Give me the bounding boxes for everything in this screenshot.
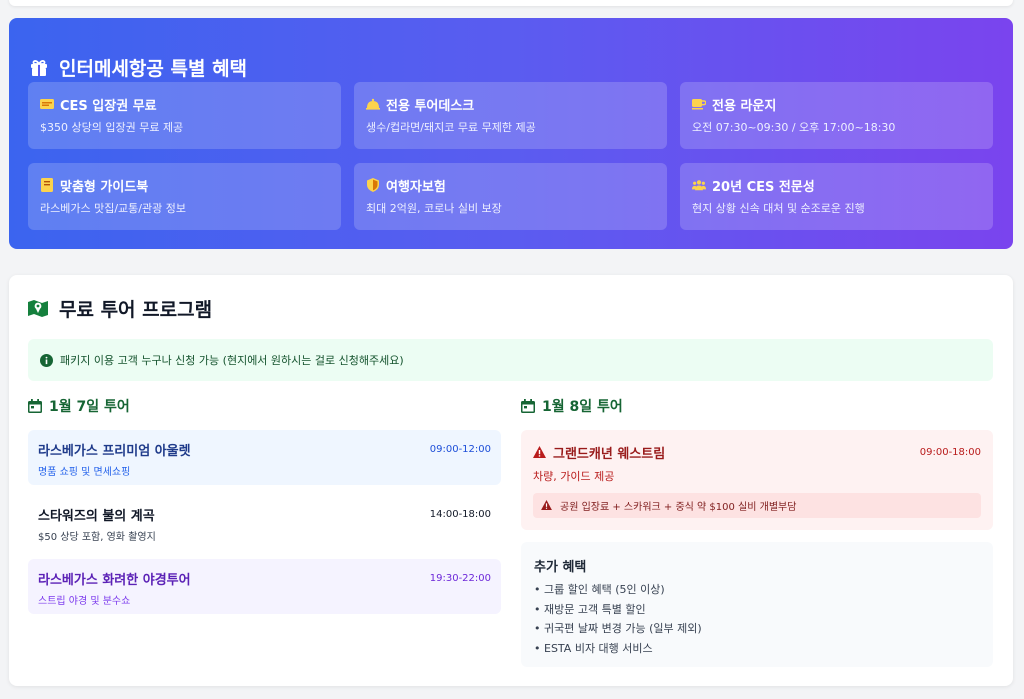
tour-item-outlet[interactable]: 라스베가스 프리미엄 아울렛 09:00-12:00 명품 쇼핑 및 면세쇼핑	[28, 430, 501, 485]
warning-icon	[533, 445, 546, 459]
gift-icon	[28, 56, 50, 78]
benefit-card-guidebook: 맞춤형 가이드북 라스베가스 맛집/교통/관광 정보	[28, 163, 341, 230]
special-benefits-panel: 인터메세항공 특별 혜택 CES 입장권 무료 $350 상당의 입장권 무료 …	[9, 18, 1013, 249]
tour-item-time: 09:00-18:00	[919, 446, 981, 458]
benefit-card-title: 맞춤형 가이드북	[60, 179, 149, 195]
tour-item-night-tour[interactable]: 라스베가스 화려한 야경투어 19:30-22:00 스트립 야경 및 분수쇼	[28, 559, 501, 614]
list-item: 귀국편 날짜 변경 가능 (일부 제외)	[534, 619, 980, 639]
benefit-card-lounge: 전용 라운지 오전 07:30~09:30 / 오후 17:00~18:30	[680, 82, 993, 149]
book-icon	[40, 178, 54, 192]
info-icon	[40, 353, 53, 367]
tour-item-name: 스타워즈의 불의 계곡	[38, 508, 155, 524]
benefit-card-desc: 최대 2억원, 코로나 실비 보장	[366, 202, 502, 215]
benefit-card-desc: 라스베가스 맛집/교통/관광 정보	[40, 202, 186, 215]
tour-item-time: 09:00-12:00	[429, 443, 491, 455]
benefit-card-title: 20년 CES 전문성	[712, 179, 815, 195]
extra-benefits-list: 그룹 할인 혜택 (5인 이상) 재방문 고객 특별 할인 귀국편 날짜 변경 …	[534, 580, 980, 658]
bell-icon	[366, 97, 380, 111]
map-icon	[27, 297, 49, 319]
extra-benefits-card: 추가 혜택 그룹 할인 혜택 (5인 이상) 재방문 고객 특별 할인 귀국편 …	[521, 542, 993, 667]
cost-warning: 공원 입장료 + 스카워크 + 중식 약 $100 실비 개별부담	[533, 493, 981, 518]
benefit-card-title: 전용 투어데스크	[386, 98, 475, 114]
calendar-icon	[521, 399, 535, 413]
tour-item-desc: 스트립 야경 및 분수쇼	[38, 596, 131, 607]
benefit-card-desc: 생수/컵라면/돼지코 무료 무제한 제공	[366, 121, 536, 134]
shield-icon	[366, 178, 380, 192]
tour-title-text: 무료 투어 프로그램	[59, 298, 213, 321]
benefit-card-tour-desk: 전용 투어데스크 생수/컵라면/돼지코 무료 무제한 제공	[354, 82, 667, 149]
day2-heading: 1월 8일 투어	[521, 395, 623, 417]
tour-item-valley-of-fire[interactable]: 스타워즈의 불의 계곡 14:00-18:00 $50 상당 포함, 영화 촬영…	[28, 495, 501, 550]
benefit-card-title: CES 입장권 무료	[60, 98, 157, 114]
tour-item-time: 14:00-18:00	[429, 508, 491, 520]
benefit-card-desc: $350 상당의 입장권 무료 제공	[40, 121, 184, 134]
tour-notice: 패키지 이용 고객 누구나 신청 가능 (현지에서 원하시는 걸로 신청해주세요…	[28, 339, 993, 381]
benefit-card-desc: 오전 07:30~09:30 / 오후 17:00~18:30	[692, 121, 896, 134]
benefit-card-desc: 현지 상황 신속 대처 및 순조로운 진행	[692, 202, 865, 215]
calendar-icon	[28, 399, 42, 413]
tour-item-desc: 차량, 가이드 제공	[533, 470, 615, 483]
free-tour-panel: 무료 투어 프로그램 패키지 이용 고객 누구나 신청 가능 (현지에서 원하시…	[9, 275, 1013, 686]
tour-notice-text: 패키지 이용 고객 누구나 신청 가능 (현지에서 원하시는 걸로 신청해주세요…	[60, 354, 404, 367]
list-item: ESTA 비자 대행 서비스	[534, 639, 980, 659]
day2-heading-text: 1월 8일 투어	[542, 399, 623, 415]
tour-item-time: 19:30-22:00	[429, 572, 491, 584]
benefits-title-text: 인터메세항공 특별 혜택	[59, 57, 248, 80]
benefit-card-expertise: 20년 CES 전문성 현지 상황 신속 대처 및 순조로운 진행	[680, 163, 993, 230]
users-icon	[692, 178, 706, 192]
extra-benefits-title: 추가 혜택	[534, 560, 587, 575]
benefit-card-title: 전용 라운지	[712, 98, 777, 114]
tour-item-grand-canyon[interactable]: 그랜드캐년 웨스트림 09:00-18:00 차량, 가이드 제공 공원 입장료…	[521, 430, 993, 530]
day1-heading: 1월 7일 투어	[28, 395, 130, 417]
benefit-card-title: 여행자보험	[386, 179, 446, 195]
tour-item-desc: 명품 쇼핑 및 면세쇼핑	[38, 467, 131, 478]
benefits-title: 인터메세항공 특별 혜택	[28, 52, 247, 82]
tour-title: 무료 투어 프로그램	[27, 295, 212, 321]
list-item: 재방문 고객 특별 할인	[534, 600, 980, 620]
top-card-edge	[9, 0, 1013, 6]
ticket-icon	[40, 97, 54, 111]
tour-item-desc: $50 상당 포함, 영화 촬영지	[38, 532, 156, 543]
tour-item-name: 라스베가스 프리미엄 아울렛	[38, 443, 191, 459]
tour-item-name: 라스베가스 화려한 야경투어	[38, 572, 191, 588]
list-item: 그룹 할인 혜택 (5인 이상)	[534, 580, 980, 600]
coffee-icon	[692, 97, 706, 111]
cost-warning-text: 공원 입장료 + 스카워크 + 중식 약 $100 실비 개별부담	[560, 502, 797, 513]
tour-item-name: 그랜드캐년 웨스트림	[553, 446, 666, 462]
day1-heading-text: 1월 7일 투어	[49, 399, 130, 415]
benefit-card-ces-ticket: CES 입장권 무료 $350 상당의 입장권 무료 제공	[28, 82, 341, 149]
warning-icon	[541, 500, 552, 511]
benefit-card-insurance: 여행자보험 최대 2억원, 코로나 실비 보장	[354, 163, 667, 230]
